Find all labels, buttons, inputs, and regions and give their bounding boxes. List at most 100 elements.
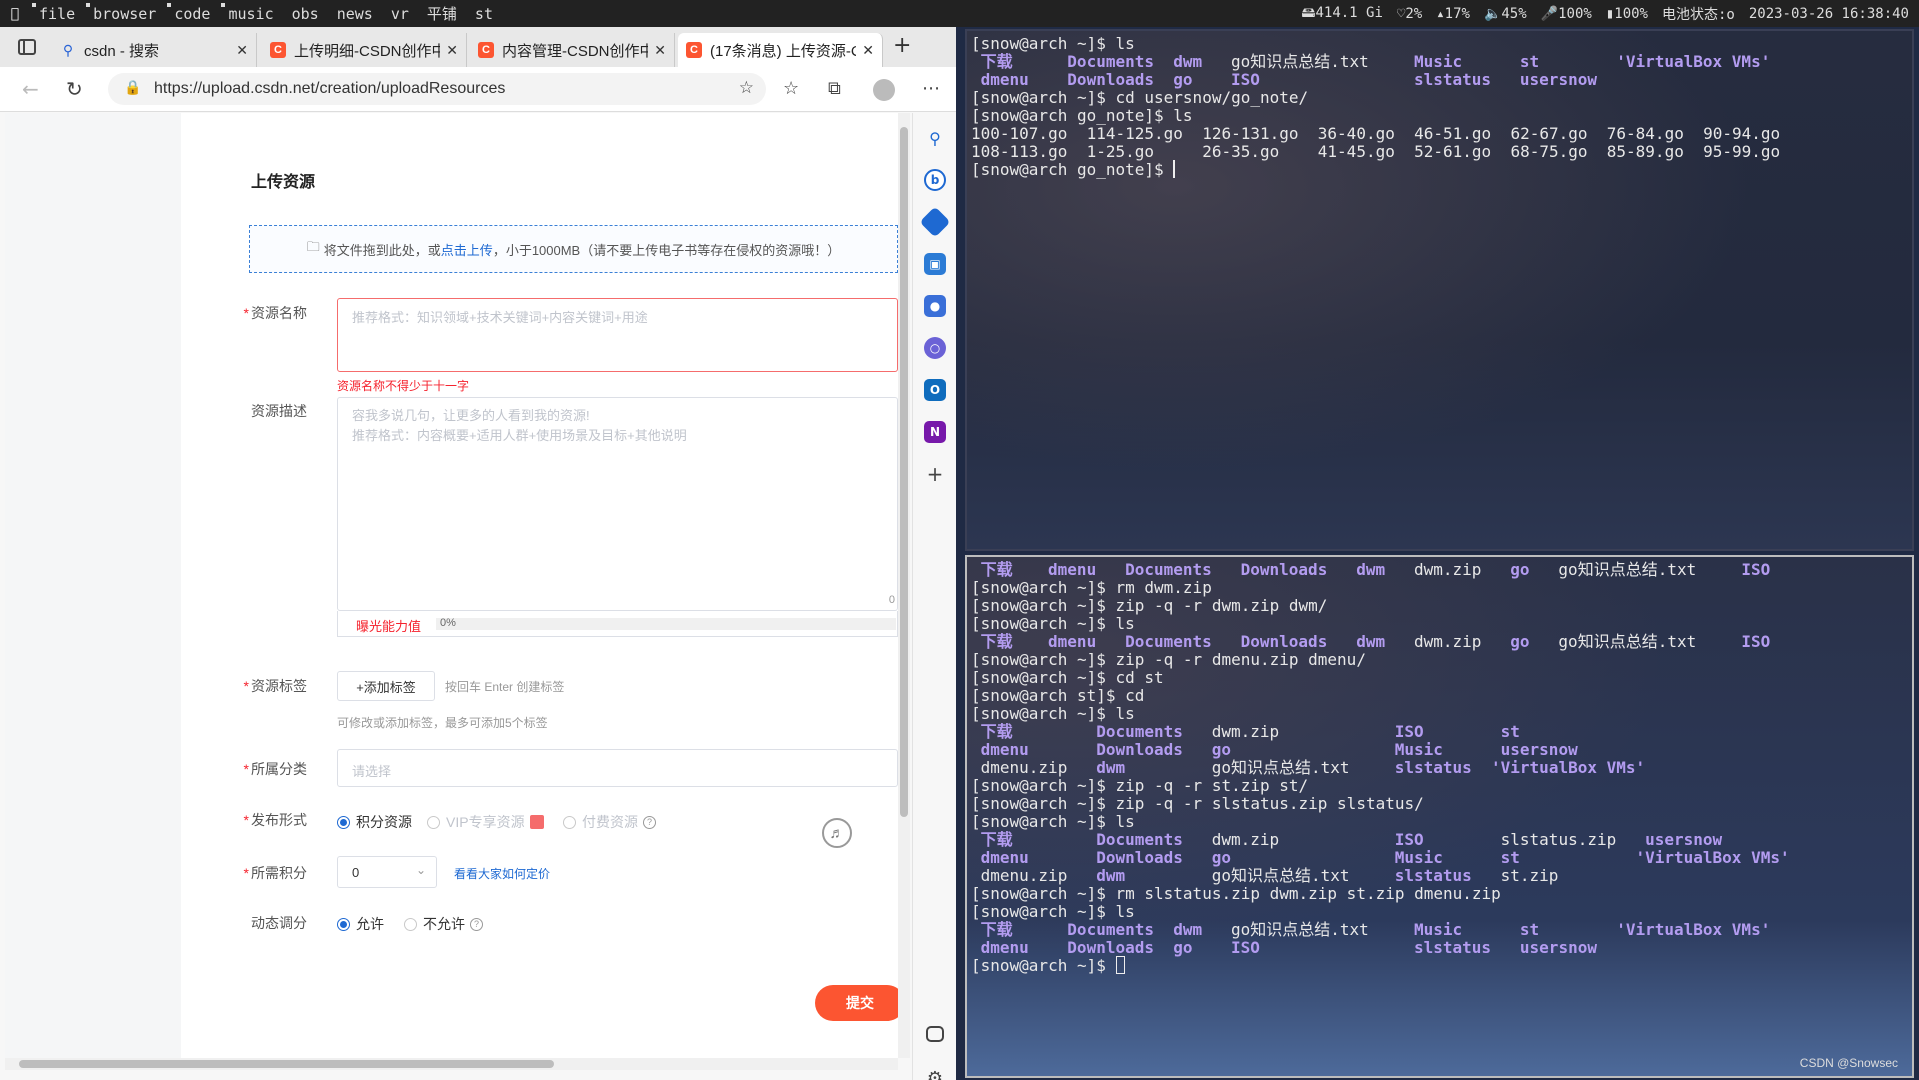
more-icon[interactable]: ⋯: [922, 78, 940, 99]
pricing-link[interactable]: 看看大家如何定价: [454, 865, 550, 882]
battery-state: 电池状态:o: [1661, 6, 1735, 23]
browser-window: ⚲ csdn - 搜索 ✕ C 上传明细-CSDN创作中心 ✕ C 内容管理-C…: [0, 27, 956, 1080]
folder-icon: 🗀: [306, 239, 320, 254]
close-icon[interactable]: ✕: [446, 42, 458, 59]
tag-3[interactable]: music: [219, 0, 282, 27]
favorite-add-icon[interactable]: ☆: [739, 78, 754, 98]
terminal-cursor: [1115, 956, 1125, 974]
add-tag-button[interactable]: +添加标签: [337, 671, 435, 701]
directory-entry: usersnow: [1519, 70, 1597, 89]
split-screen-icon[interactable]: [926, 1026, 944, 1042]
tag-sub-hint: 可修改或添加标签，最多可添加5个标签: [337, 716, 548, 730]
page-viewport: 上传资源 🗀 将文件拖到此处，或 点击上传 ，小于1000MB（请不要上传电子书…: [5, 113, 898, 1058]
submit-button[interactable]: 提交: [815, 985, 898, 1021]
tag-8[interactable]: st: [466, 0, 502, 27]
category-label: * 所属分类: [243, 761, 307, 777]
directory-entry: 'VirtualBox VMs': [1491, 758, 1646, 777]
mic-status: 🎤100%: [1540, 5, 1592, 22]
search-icon: ⚲: [62, 41, 74, 58]
close-icon[interactable]: ✕: [862, 42, 874, 59]
radio-vip-resource[interactable]: VIP专享资源: [427, 812, 544, 832]
tag-6[interactable]: vr: [382, 0, 418, 27]
char-count: 0: [888, 594, 895, 606]
back-icon[interactable]: ←: [22, 77, 39, 101]
help-icon[interactable]: ?: [643, 815, 656, 829]
csdn-icon: C: [686, 42, 702, 58]
name-label: * 资源名称: [243, 305, 307, 321]
tag-4[interactable]: obs: [283, 0, 328, 27]
headset-icon[interactable]: ♬: [822, 818, 852, 848]
csdn-icon: C: [478, 42, 494, 58]
help-icon[interactable]: ?: [470, 917, 483, 931]
directory-entry: 'VirtualBox VMs': [1635, 848, 1790, 867]
refresh-icon[interactable]: ↻: [66, 77, 83, 101]
category-select[interactable]: 请选择: [337, 749, 898, 787]
close-icon[interactable]: ✕: [236, 42, 248, 59]
mem-status: ▴17%: [1436, 5, 1470, 22]
edge-sidebar: ⚲ b ▣ ● ○ O N + ⚙: [912, 113, 956, 1080]
watermark: CSDN @Snowsec: [1799, 1056, 1898, 1070]
directory-entry: go: [1173, 938, 1193, 957]
file-entry: go知识点总结.txt: [1558, 560, 1697, 579]
search-icon[interactable]: ⚲: [924, 127, 946, 149]
address-bar: ← ↻ 🔒 https://upload.csdn.net/creation/u…: [0, 67, 956, 112]
office-icon[interactable]: ○: [924, 337, 946, 359]
resource-desc-textarea[interactable]: 容我多说几句，让更多的人看到我的资源! 推荐格式：内容概要+适用人群+使用场景及目…: [337, 397, 898, 611]
directory-entry: 'VirtualBox VMs': [1616, 920, 1771, 939]
tab-upload-resources[interactable]: C (17条消息) 上传资源-CSDN ✕: [678, 33, 883, 67]
url-input[interactable]: 🔒 https://upload.csdn.net/creation/uploa…: [108, 73, 766, 105]
people-icon[interactable]: ●: [924, 295, 946, 317]
resource-name-input[interactable]: 推荐格式：知识领域+技术关键词+内容关键词+用途: [337, 298, 898, 372]
radio-disallow[interactable]: 不允许?: [404, 914, 483, 934]
file-entry: dwm.zip: [1413, 632, 1482, 651]
toolbox-icon[interactable]: ▣: [924, 253, 946, 275]
tag-icon[interactable]: [919, 206, 951, 238]
gear-icon[interactable]: ⚙: [924, 1067, 946, 1080]
desc-label: 资源描述: [251, 403, 307, 419]
disk-status: 🖴414.1 Gi: [1301, 4, 1383, 21]
upload-dropzone[interactable]: 🗀 将文件拖到此处，或 点击上传 ，小于1000MB（请不要上传电子书等存在侵权…: [249, 225, 898, 273]
close-icon[interactable]: ✕: [654, 42, 666, 59]
directory-entry: go: [1510, 560, 1530, 579]
tag-5[interactable]: news: [328, 0, 382, 27]
tag-hint: 按回车 Enter 创建标签: [445, 680, 565, 694]
terminal-line: [snow@arch ~]$: [971, 955, 1125, 977]
collections-icon[interactable]: ⧉: [828, 78, 841, 99]
onenote-icon[interactable]: N: [924, 421, 946, 443]
avatar[interactable]: [873, 79, 895, 101]
tab-bar: ⚲ csdn - 搜索 ✕ C 上传明细-CSDN创作中心 ✕ C 内容管理-C…: [0, 27, 956, 67]
directory-entry: slstatus: [1413, 70, 1492, 89]
points-select[interactable]: 0 ⌄: [337, 856, 437, 888]
tab-actions-icon[interactable]: [18, 39, 36, 55]
page-title: 上传资源: [251, 174, 316, 191]
plus-icon[interactable]: +: [924, 462, 946, 486]
tab-upload-details[interactable]: C 上传明细-CSDN创作中心 ✕: [262, 33, 467, 67]
radio-allow[interactable]: 允许: [337, 914, 384, 934]
tags-label: * 资源标签: [243, 678, 307, 694]
gift-icon: [529, 815, 544, 829]
chevron-down-icon: ⌄: [415, 863, 426, 877]
terminal-bottom[interactable]: CSDN @Snowsec 下载 dmenu Documents Downloads d…: [965, 555, 1914, 1078]
horizontal-scrollbar[interactable]: [5, 1058, 898, 1070]
tag-2[interactable]: code: [165, 0, 219, 27]
terminal-top[interactable]: [snow@arch ~]$ ls 下载 Documents dwm go知识点总结.t…: [965, 29, 1914, 551]
file-entry: dwm.zip: [1413, 560, 1482, 579]
vertical-scrollbar[interactable]: [898, 113, 910, 1058]
radio-paid-resource[interactable]: 付费资源?: [563, 812, 656, 832]
new-tab-icon[interactable]: +: [893, 33, 911, 58]
favorites-icon[interactable]: ☆: [783, 78, 799, 99]
file-entry: go知识点总结.txt: [1558, 632, 1697, 651]
tab-content-management[interactable]: C 内容管理-CSDN创作中心 ✕: [470, 33, 675, 67]
volume-status: 🔈45%: [1483, 5, 1527, 22]
csdn-icon: C: [270, 42, 286, 58]
click-upload-link[interactable]: 点击上传: [441, 240, 493, 259]
points-label: * 所需积分: [243, 865, 307, 881]
tab-csdn-search[interactable]: ⚲ csdn - 搜索 ✕: [52, 33, 257, 67]
name-error: 资源名称不得少于十一字: [337, 379, 470, 393]
tag-0[interactable]: file: [30, 0, 84, 27]
tag-1[interactable]: browser: [84, 0, 165, 27]
bing-icon[interactable]: b: [924, 169, 946, 191]
tag-7[interactable]: 平铺: [418, 0, 466, 27]
outlook-icon[interactable]: O: [924, 379, 946, 401]
radio-points-resource[interactable]: 积分资源: [337, 812, 412, 832]
